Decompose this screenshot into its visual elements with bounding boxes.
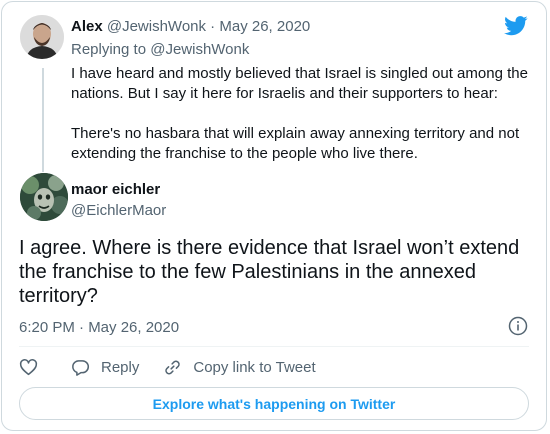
tweet-timestamp[interactable]: 6:20 PM · May 26, 2020 [19,319,179,336]
parent-tweet-header: Alex @JewishWonk · May 26, 2020 [71,18,310,35]
speech-bubble-icon [72,359,90,376]
info-icon[interactable] [508,316,528,336]
reply-button[interactable]: Reply [71,358,139,377]
heart-icon [19,358,38,375]
avatar-maor[interactable] [20,173,68,221]
link-icon [165,360,181,374]
main-author-name[interactable]: maor eichler [71,181,160,198]
main-tweet-text: I agree. Where is there evidence that Is… [19,237,520,307]
replying-to-handle[interactable]: @JewishWonk [150,41,249,58]
thread-connector-line [42,68,44,172]
copy-link-label: Copy link to Tweet [193,358,316,376]
copy-link-button[interactable]: Copy link to Tweet [163,358,316,377]
parent-tweet-text: I have heard and mostly believed that Is… [71,64,541,164]
like-button[interactable] [19,358,38,377]
embedded-tweet-card: Alex @JewishWonk · May 26, 2020 Replying… [1,1,547,431]
tweet-actions: Reply Copy link to Tweet [19,357,316,377]
parent-tweet-paragraph: There's no hasbara that will explain awa… [71,125,520,162]
explore-twitter-button[interactable]: Explore what's happening on Twitter [19,387,529,420]
avatar-maor-image [20,173,68,221]
avatar-alex-image [20,15,64,59]
parent-tweet-paragraph: I have heard and mostly believed that Is… [71,65,528,102]
replying-to-label: Replying to [71,41,151,58]
parent-author-name[interactable]: Alex [71,18,103,35]
dot-separator: · [206,18,220,35]
reply-label: Reply [101,358,140,376]
divider [19,346,529,347]
parent-author-handle[interactable]: @JewishWonk [107,18,206,35]
parent-tweet-date[interactable]: May 26, 2020 [219,18,310,35]
avatar-alex[interactable] [20,15,64,59]
main-author-handle[interactable]: @EichlerMaor [71,202,166,219]
replying-to-line: Replying to @JewishWonk [71,41,249,58]
twitter-bird-icon[interactable] [504,16,528,36]
